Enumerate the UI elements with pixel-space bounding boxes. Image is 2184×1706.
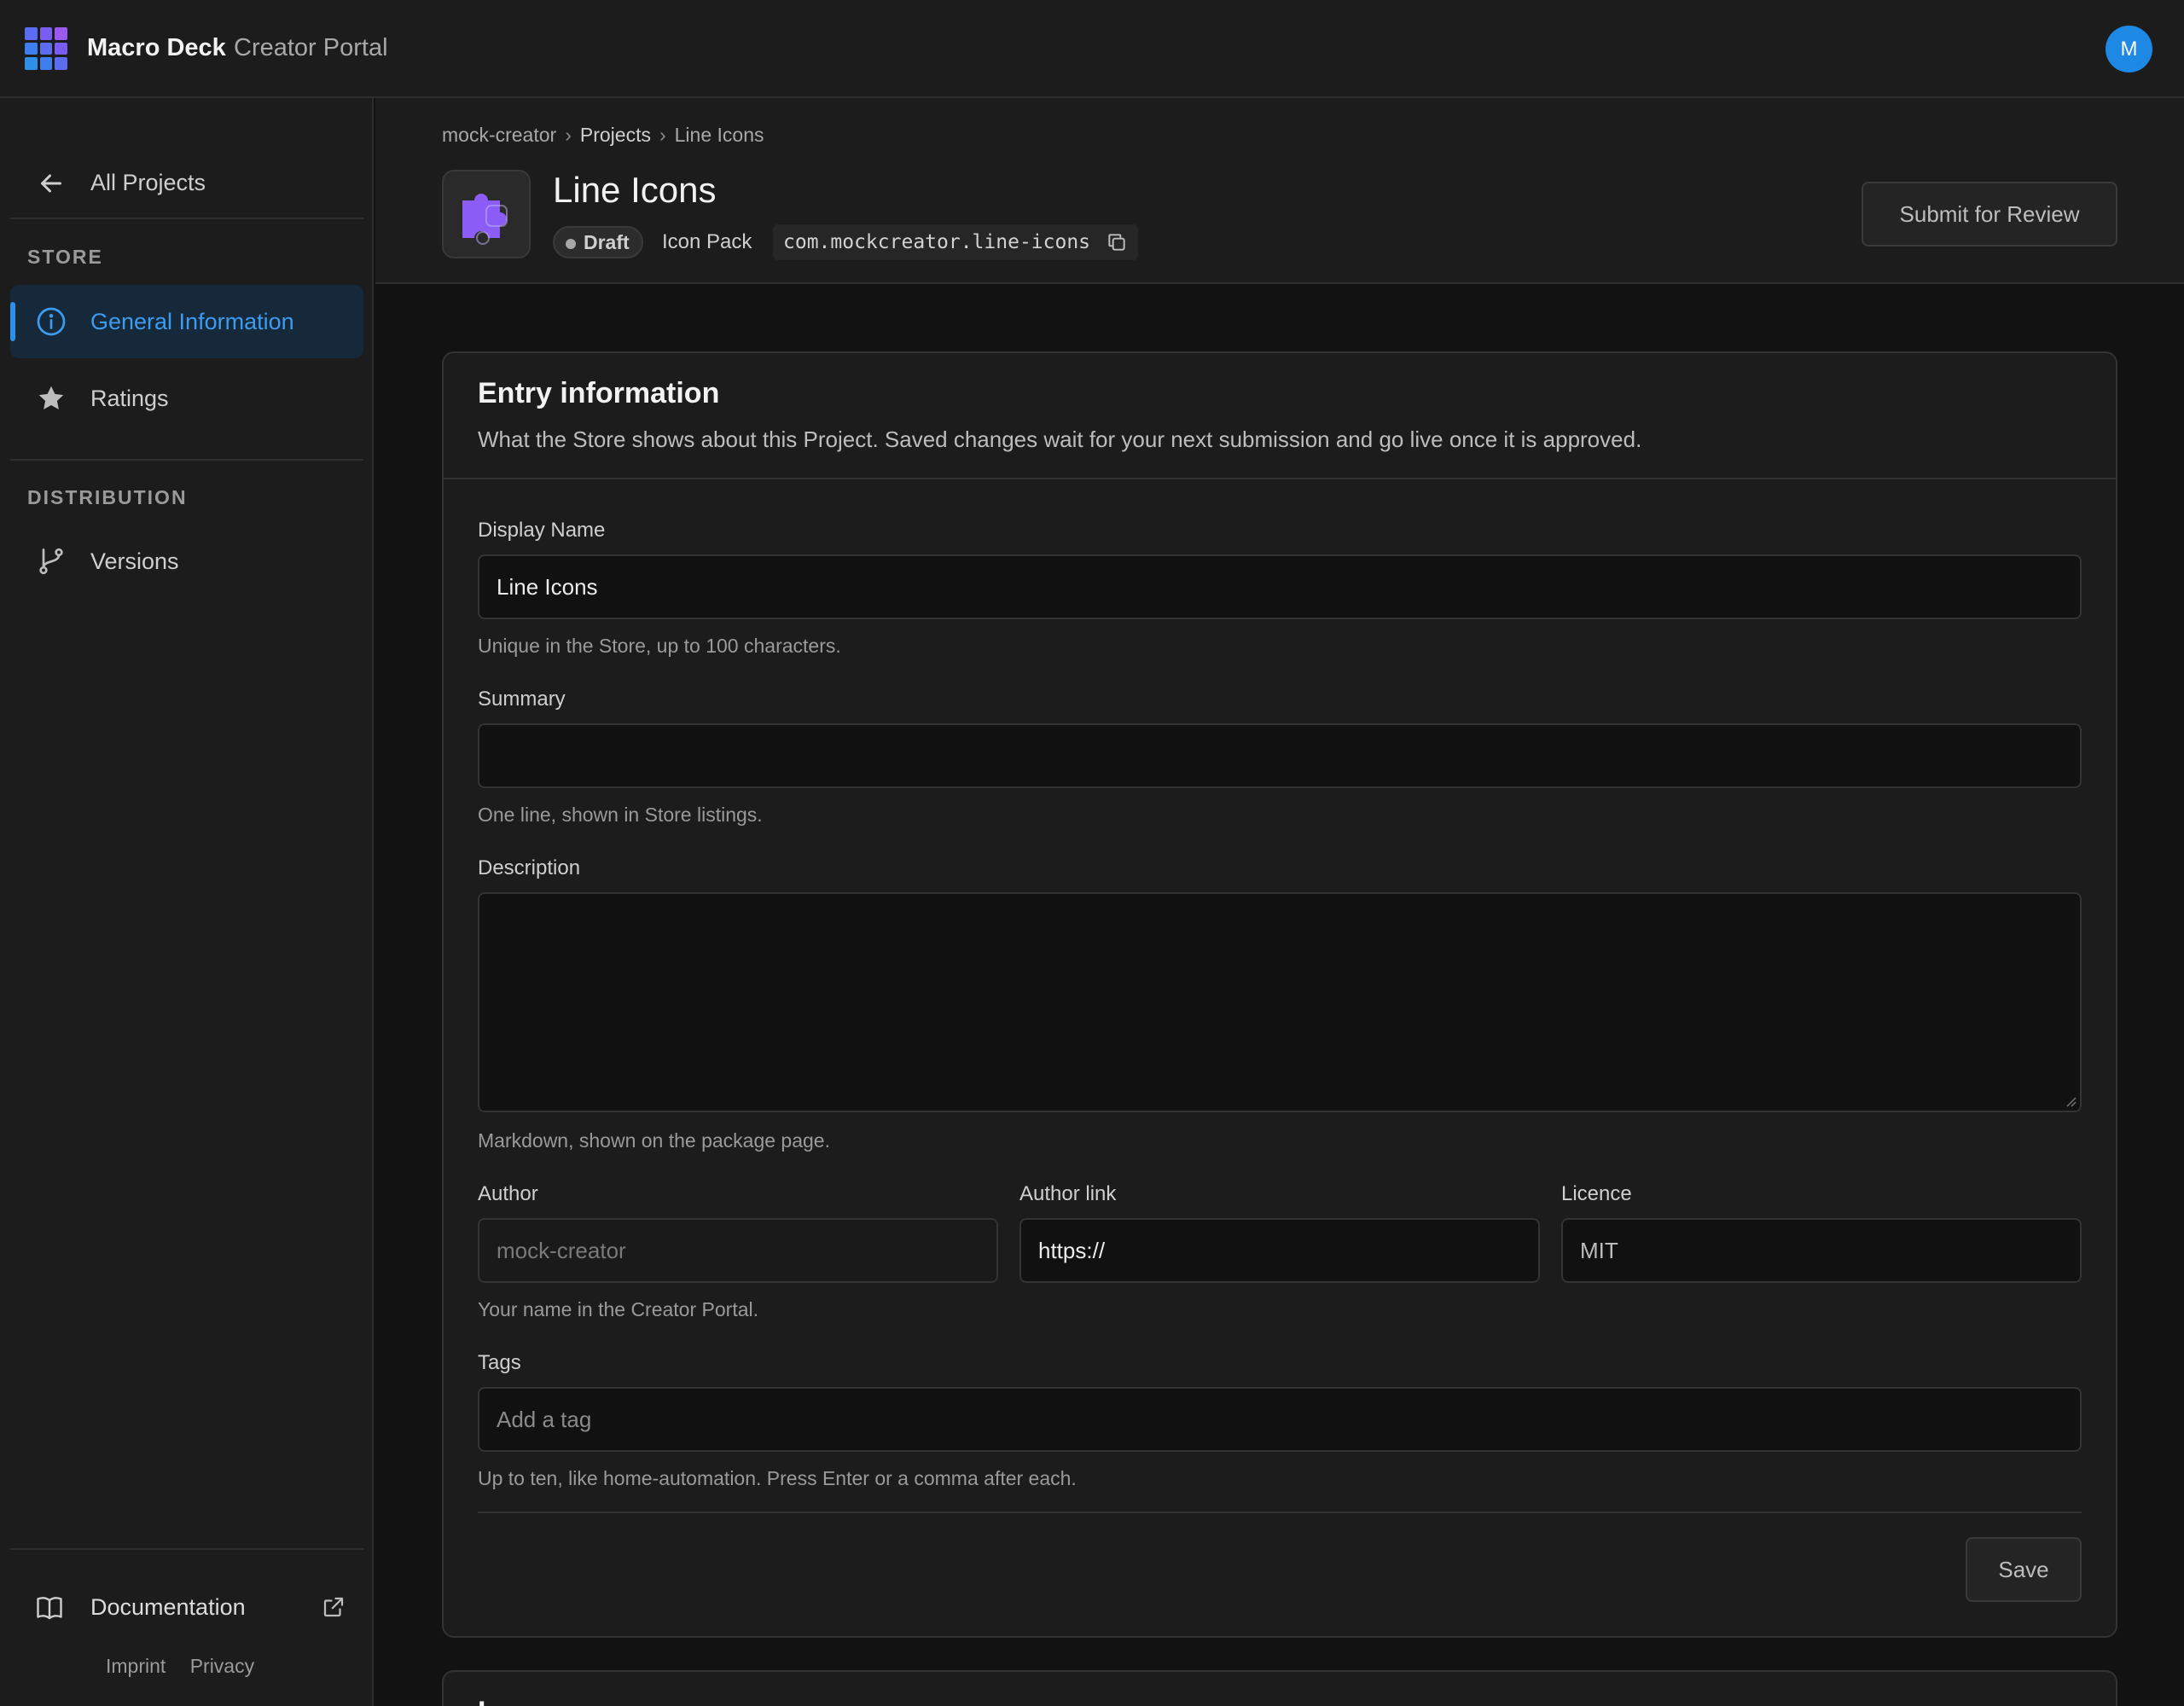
project-title: Line Icons <box>553 170 717 210</box>
all-projects-label: All Projects <box>90 170 206 195</box>
sidebar-section-distribution: DISTRIBUTION <box>27 486 188 508</box>
sidebar-section-store: STORE <box>27 246 103 268</box>
submit-for-review-button[interactable]: Submit for Review <box>1862 182 2117 247</box>
info-icon <box>37 307 66 336</box>
copy-icon[interactable] <box>1106 231 1128 253</box>
arrow-left-icon <box>41 174 61 193</box>
puzzle-icon <box>462 194 508 245</box>
author-link-label: Author link <box>1019 1182 1117 1205</box>
entry-information-card: Entry information What the Store shows a… <box>442 351 2117 1638</box>
tags-input[interactable] <box>478 1387 2082 1452</box>
description-textarea[interactable] <box>478 892 2082 1112</box>
next-card: I <box>442 1670 2117 1706</box>
app-brand[interactable]: Macro Deck <box>87 34 226 62</box>
card-description: What the Store shows about this Project.… <box>478 426 1642 452</box>
sidebar-item-label: Versions <box>90 548 179 574</box>
display-name-label: Display Name <box>478 519 606 542</box>
summary-label: Summary <box>478 688 566 711</box>
top-bar: Macro Deck Creator Portal M <box>0 0 2184 98</box>
all-projects-link[interactable]: All Projects <box>10 158 363 209</box>
app-brand-sub: Creator Portal <box>234 34 388 61</box>
documentation-link[interactable]: Documentation <box>10 1582 363 1633</box>
sidebar-item-ratings[interactable]: Ratings <box>10 362 363 435</box>
project-header: mock-creator › Projects › Line Icons Line Ic… <box>375 98 2184 284</box>
card-title: Entry information <box>478 377 720 409</box>
description-label: Description <box>478 856 581 879</box>
status-badge: Draft <box>553 226 643 258</box>
project-type: Icon Pack <box>662 230 752 253</box>
breadcrumb-projects[interactable]: Projects <box>580 124 651 146</box>
sidebar-divider <box>10 218 363 219</box>
display-name-input[interactable] <box>478 554 2082 619</box>
sidebar-item-versions[interactable]: Versions <box>10 525 363 598</box>
macro-deck-logo-icon[interactable] <box>25 27 67 70</box>
project-icon <box>442 170 531 258</box>
sidebar-divider <box>10 459 363 461</box>
book-icon <box>37 1597 62 1620</box>
tags-help: Up to ten, like home-automation. Press E… <box>478 1467 1077 1489</box>
footer-links: Imprint Privacy <box>106 1655 273 1678</box>
sidebar-item-general-information[interactable]: General Information <box>10 285 363 358</box>
description-help: Markdown, shown on the package page. <box>478 1129 830 1152</box>
breadcrumb-creator[interactable]: mock-creator <box>442 124 556 146</box>
user-avatar[interactable]: M <box>2106 26 2152 73</box>
display-name-help: Unique in the Store, up to 100 character… <box>478 635 841 657</box>
save-button[interactable]: Save <box>1966 1537 2082 1602</box>
breadcrumb-current: Line Icons <box>674 124 764 146</box>
sidebar-item-label: Ratings <box>90 385 169 411</box>
branch-icon <box>39 548 63 575</box>
sidebar: All Projects STORE General Information R… <box>0 98 374 1706</box>
package-id-text: com.mockcreator.line-icons <box>783 231 1091 253</box>
next-card-title: I <box>478 1696 485 1706</box>
resize-handle-icon[interactable] <box>2065 1095 2077 1107</box>
summary-input[interactable] <box>478 723 2082 788</box>
star-icon <box>38 386 64 409</box>
card-divider <box>444 478 2116 479</box>
licence-label: Licence <box>1561 1182 1632 1205</box>
imprint-link[interactable]: Imprint <box>106 1655 166 1677</box>
external-link-icon <box>323 1597 344 1617</box>
sidebar-divider <box>10 1548 363 1550</box>
author-input <box>478 1218 998 1283</box>
licence-input[interactable] <box>1561 1218 2082 1283</box>
tags-label: Tags <box>478 1351 521 1374</box>
breadcrumb-separator: › <box>565 124 572 146</box>
author-help: Your name in the Creator Portal. <box>478 1298 758 1320</box>
author-label: Author <box>478 1182 538 1205</box>
breadcrumb: mock-creator › Projects › Line Icons <box>442 124 764 147</box>
package-id: com.mockcreator.line-icons <box>773 224 1139 260</box>
summary-help: One line, shown in Store listings. <box>478 804 763 826</box>
documentation-label: Documentation <box>90 1594 246 1620</box>
privacy-link[interactable]: Privacy <box>190 1655 254 1677</box>
author-link-input[interactable] <box>1019 1218 1540 1283</box>
sidebar-item-label: General Information <box>90 308 294 334</box>
card-footer-divider <box>478 1512 2082 1513</box>
breadcrumb-separator: › <box>659 124 666 146</box>
